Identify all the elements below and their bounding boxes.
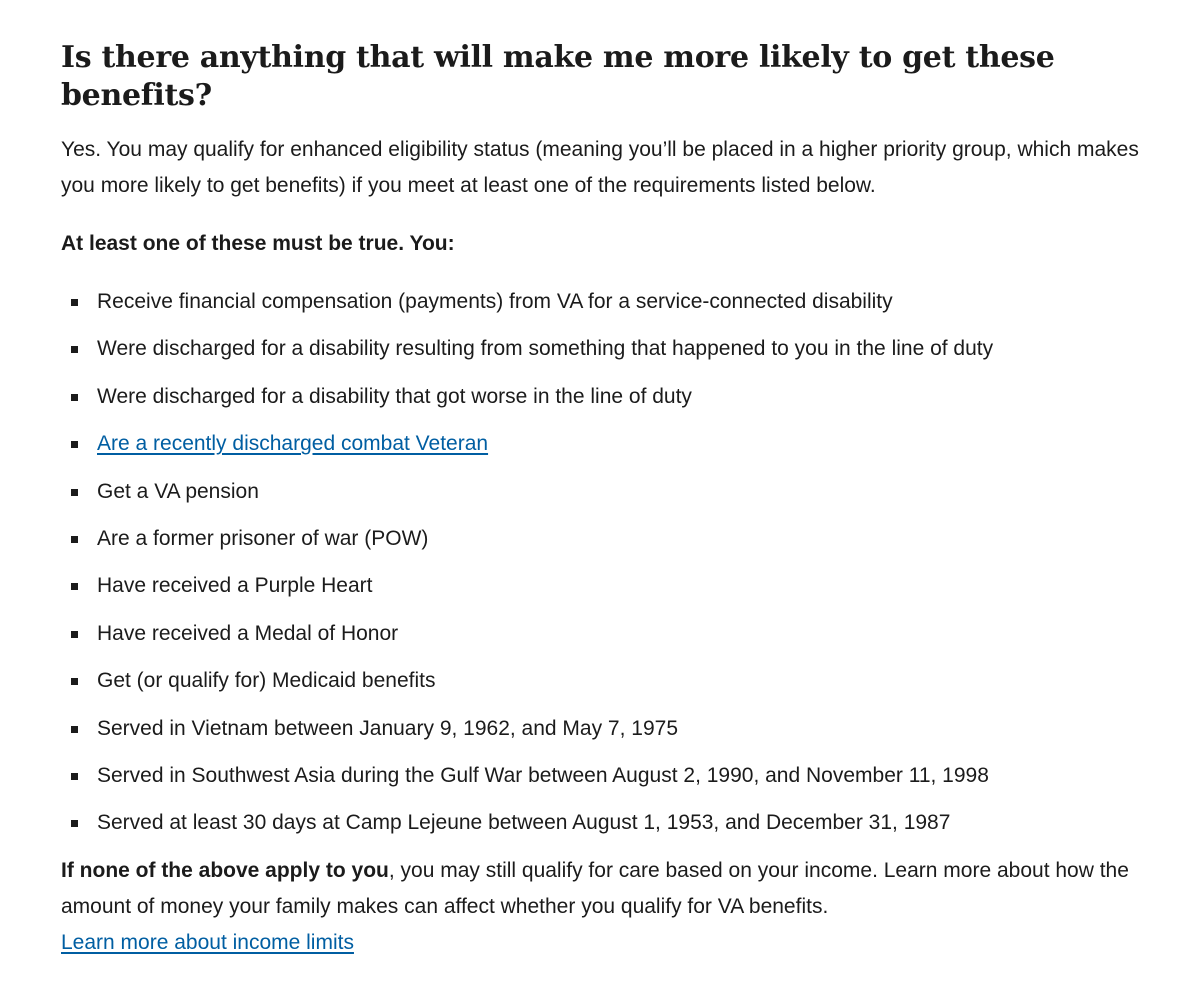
outro-bold-text: If none of the above apply to you [61, 858, 389, 882]
requirement-text: Have received a Purple Heart [97, 574, 373, 598]
requirement-item: Are a former prisoner of war (POW) [61, 521, 1171, 557]
square-bullet-icon [71, 630, 78, 638]
square-bullet-icon [71, 488, 78, 496]
square-bullet-icon [71, 393, 78, 401]
square-bullet-icon [71, 678, 78, 686]
square-bullet-icon [71, 725, 78, 733]
requirement-item: Receive financial compensation (payments… [61, 284, 1171, 320]
requirement-text: Were discharged for a disability resulti… [97, 337, 994, 361]
income-limits-link[interactable]: Learn more about income limits [61, 931, 354, 954]
square-bullet-icon [71, 535, 78, 543]
requirement-item: Served in Southwest Asia during the Gulf… [61, 758, 1171, 794]
square-bullet-icon [71, 441, 78, 449]
square-bullet-icon [71, 346, 78, 354]
requirement-text: Get (or qualify for) Medicaid benefits [97, 669, 436, 693]
combat-veteran-link[interactable]: Are a recently discharged combat Veteran [97, 432, 488, 455]
requirement-item: Were discharged for a disability that go… [61, 379, 1171, 415]
requirement-item: Served in Vietnam between January 9, 196… [61, 711, 1171, 747]
section-heading: Is there anything that will make me more… [61, 40, 1055, 113]
benefits-section: Is there anything that will make me more… [61, 0, 1171, 961]
intro-paragraph: Yes. You may qualify for enhanced eligib… [61, 138, 1139, 197]
requirement-text: Are a former prisoner of war (POW) [97, 526, 429, 550]
requirements-list: Receive financial compensation (payments… [61, 284, 1171, 841]
square-bullet-icon [71, 772, 78, 780]
square-bullet-icon [71, 583, 78, 591]
requirement-item: Are a recently discharged combat Veteran [61, 426, 1171, 462]
square-bullet-icon [71, 820, 78, 828]
requirement-item: Have received a Purple Heart [61, 568, 1171, 604]
requirement-text: Get a VA pension [97, 479, 259, 503]
requirement-item: Served at least 30 days at Camp Lejeune … [61, 805, 1171, 841]
outro-paragraph: If none of the above apply to you, you m… [61, 853, 1171, 961]
square-bullet-icon [71, 299, 78, 306]
requirement-item: Get (or qualify for) Medicaid benefits [61, 663, 1171, 699]
requirement-text: Receive financial compensation (payments… [97, 290, 893, 313]
requirement-text: Were discharged for a disability that go… [97, 384, 692, 408]
requirement-item: Get a VA pension [61, 474, 1171, 510]
requirement-text: Served in Vietnam between January 9, 196… [97, 716, 678, 740]
requirements-lead: At least one of these must be true. You: [61, 232, 455, 255]
requirement-text: Served at least 30 days at Camp Lejeune … [97, 811, 951, 835]
requirement-item: Were discharged for a disability resulti… [61, 331, 1171, 367]
requirement-text: Served in Southwest Asia during the Gulf… [97, 763, 989, 787]
requirement-text: Have received a Medal of Honor [97, 621, 399, 645]
requirement-item: Have received a Medal of Honor [61, 616, 1171, 652]
